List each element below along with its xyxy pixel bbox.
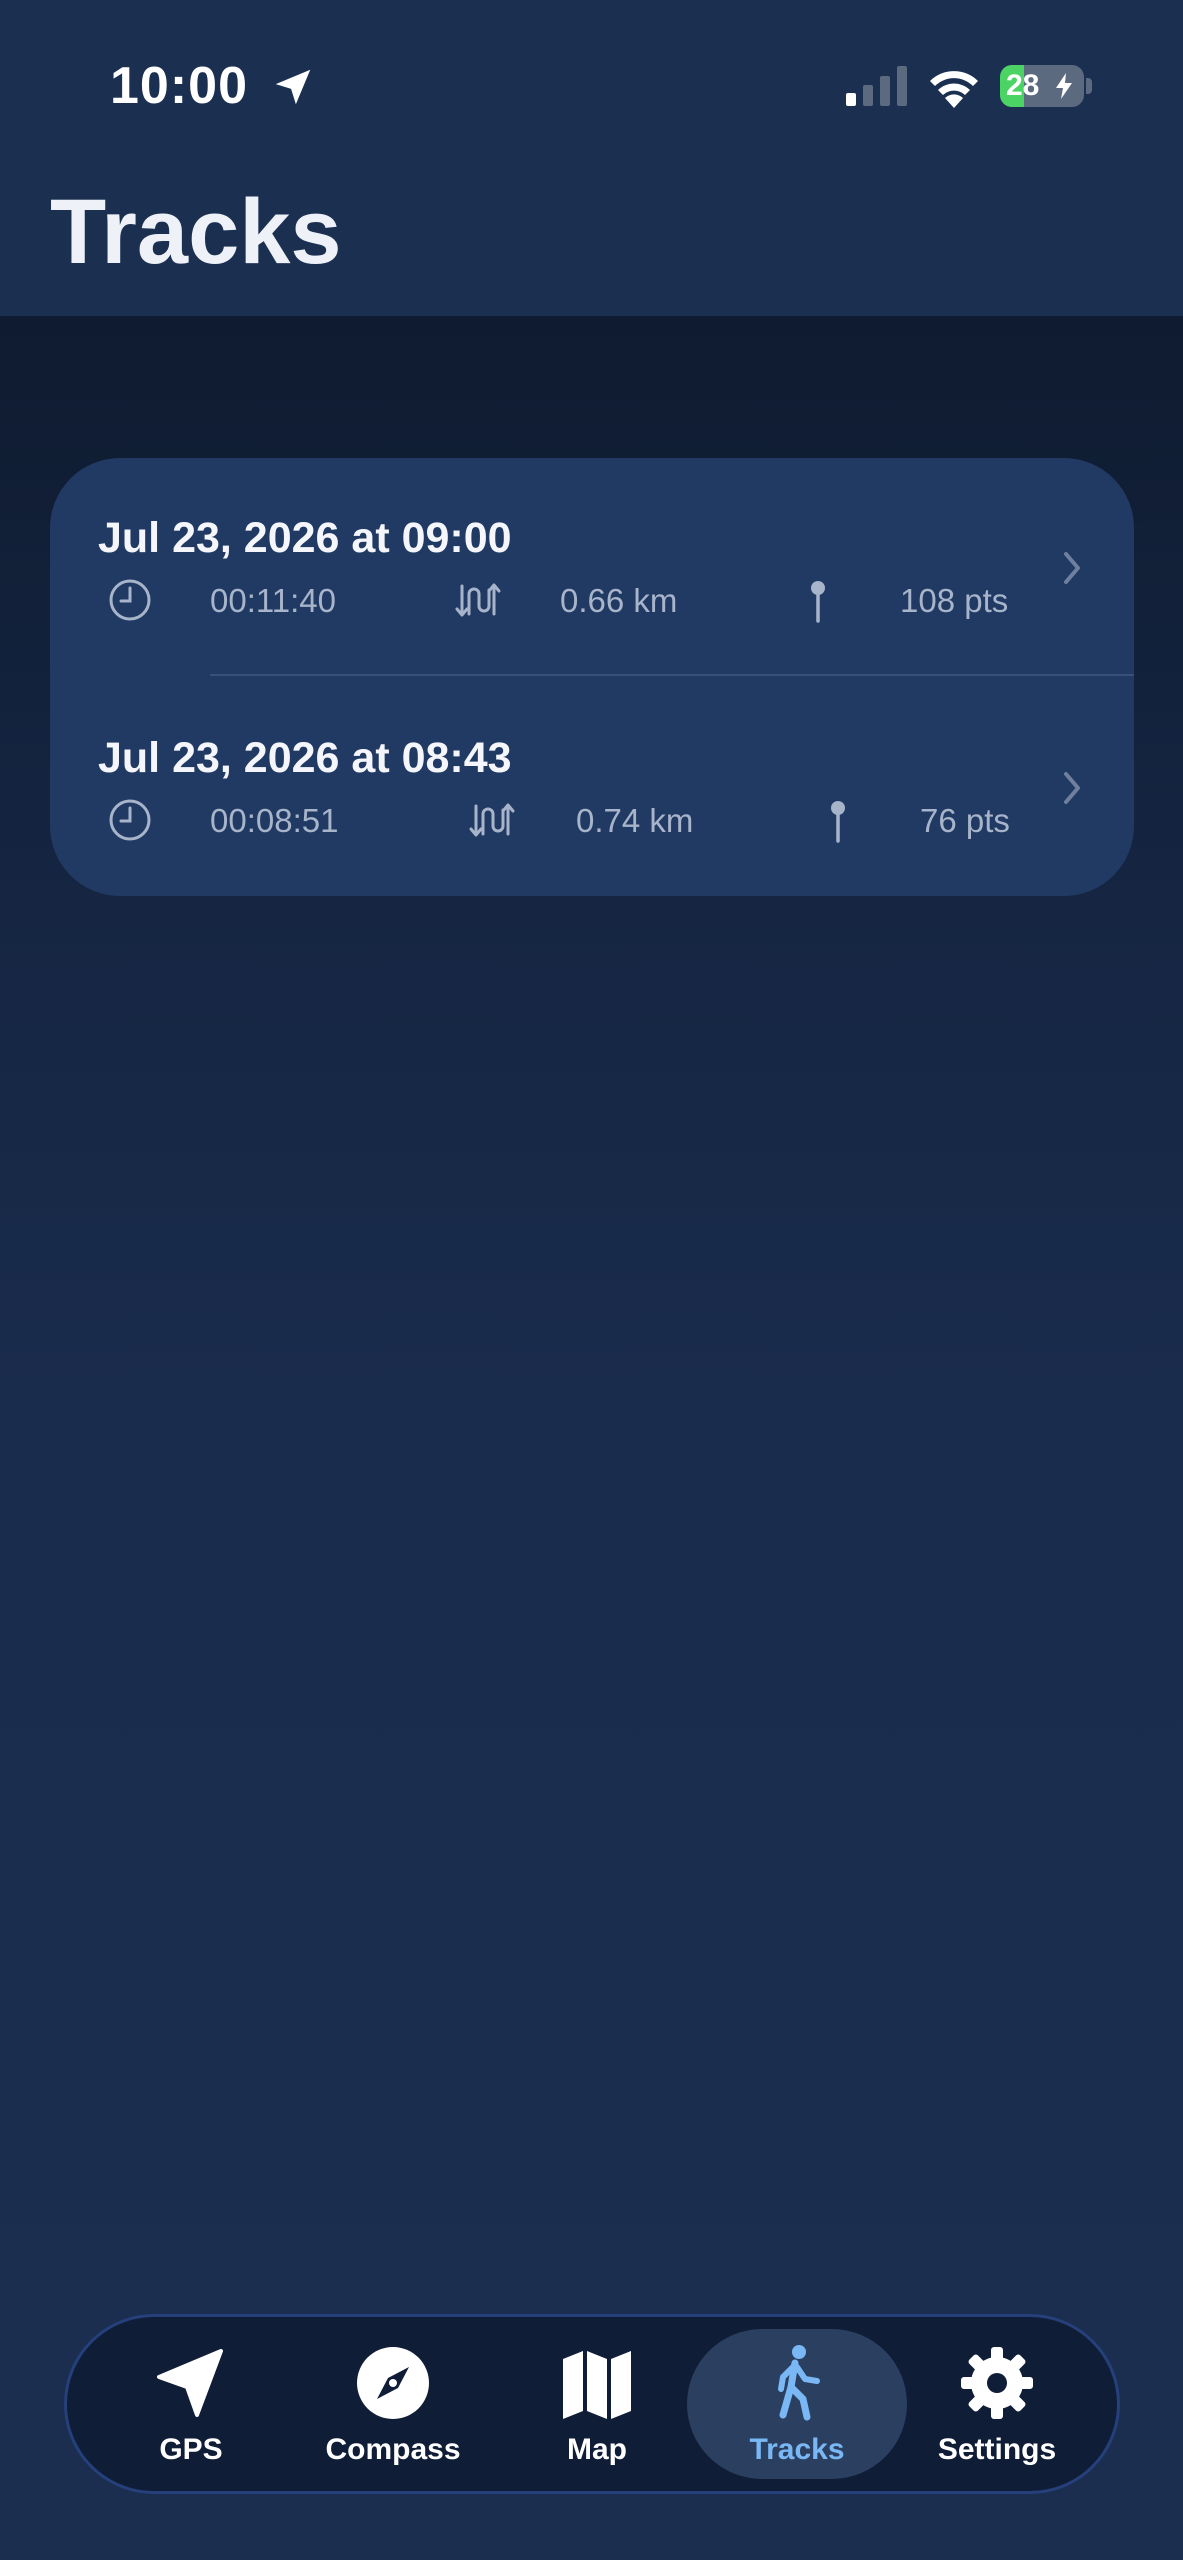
- track-list: Jul 23, 2026 at 09:00 00:11:40 0.66 km 1…: [50, 458, 1134, 896]
- header: 10:00 28 Tracks: [0, 0, 1183, 316]
- tab-label: Settings: [937, 2433, 1057, 2466]
- pin-icon: [831, 801, 845, 843]
- pin-icon: [811, 581, 825, 623]
- tab-compass[interactable]: Compass: [283, 2329, 503, 2479]
- track-points: 108 pts: [900, 582, 1009, 619]
- compass-icon: [357, 2347, 429, 2419]
- tab-map[interactable]: Map: [487, 2329, 707, 2479]
- tab-label: Compass: [325, 2433, 461, 2466]
- battery-indicator: 28: [1000, 65, 1084, 107]
- row-divider: [210, 674, 1134, 676]
- track-distance: 0.66 km: [560, 582, 678, 619]
- wifi-icon: [930, 71, 978, 108]
- gear-icon: [961, 2347, 1033, 2419]
- page-title: Tracks: [50, 181, 342, 283]
- map-icon: [563, 2351, 631, 2419]
- location-arrow-icon: [275, 69, 311, 105]
- battery-level: 28: [1006, 69, 1040, 102]
- clock-icon: [109, 799, 151, 841]
- chevron-right-icon: [1064, 552, 1080, 584]
- tab-label: Map: [567, 2433, 627, 2466]
- tab-tracks[interactable]: Tracks: [687, 2329, 907, 2479]
- status-bar: 10:00 28: [0, 0, 1183, 180]
- track-title: Jul 23, 2026 at 09:00: [98, 514, 512, 562]
- track-duration: 00:11:40: [210, 582, 337, 619]
- status-time: 10:00: [110, 57, 248, 115]
- tab-label: GPS: [159, 2433, 223, 2466]
- tab-label: Tracks: [749, 2433, 845, 2466]
- track-distance: 0.74 km: [576, 802, 694, 839]
- cellular-signal-icon: [846, 66, 907, 106]
- track-row[interactable]: Jul 23, 2026 at 09:00 00:11:40 0.66 km 1…: [50, 458, 1134, 677]
- distance-icon: [469, 803, 515, 837]
- tab-settings[interactable]: Settings: [887, 2329, 1107, 2479]
- charging-bolt-icon: [1056, 73, 1072, 99]
- tab-bar: GPS Compass Map Tracks Settings: [64, 2314, 1120, 2494]
- track-row[interactable]: Jul 23, 2026 at 08:43 00:08:51 0.74 km 7…: [50, 677, 1134, 896]
- track-points: 76 pts: [920, 802, 1010, 839]
- chevron-right-icon: [1064, 772, 1080, 804]
- tab-gps[interactable]: GPS: [81, 2329, 301, 2479]
- location-arrow-icon: [157, 2349, 223, 2417]
- track-duration: 00:08:51: [210, 802, 339, 839]
- clock-icon: [109, 579, 151, 621]
- walking-person-icon: [778, 2345, 820, 2421]
- battery-nub: [1086, 78, 1092, 94]
- track-title: Jul 23, 2026 at 08:43: [98, 734, 512, 782]
- distance-icon: [455, 583, 501, 617]
